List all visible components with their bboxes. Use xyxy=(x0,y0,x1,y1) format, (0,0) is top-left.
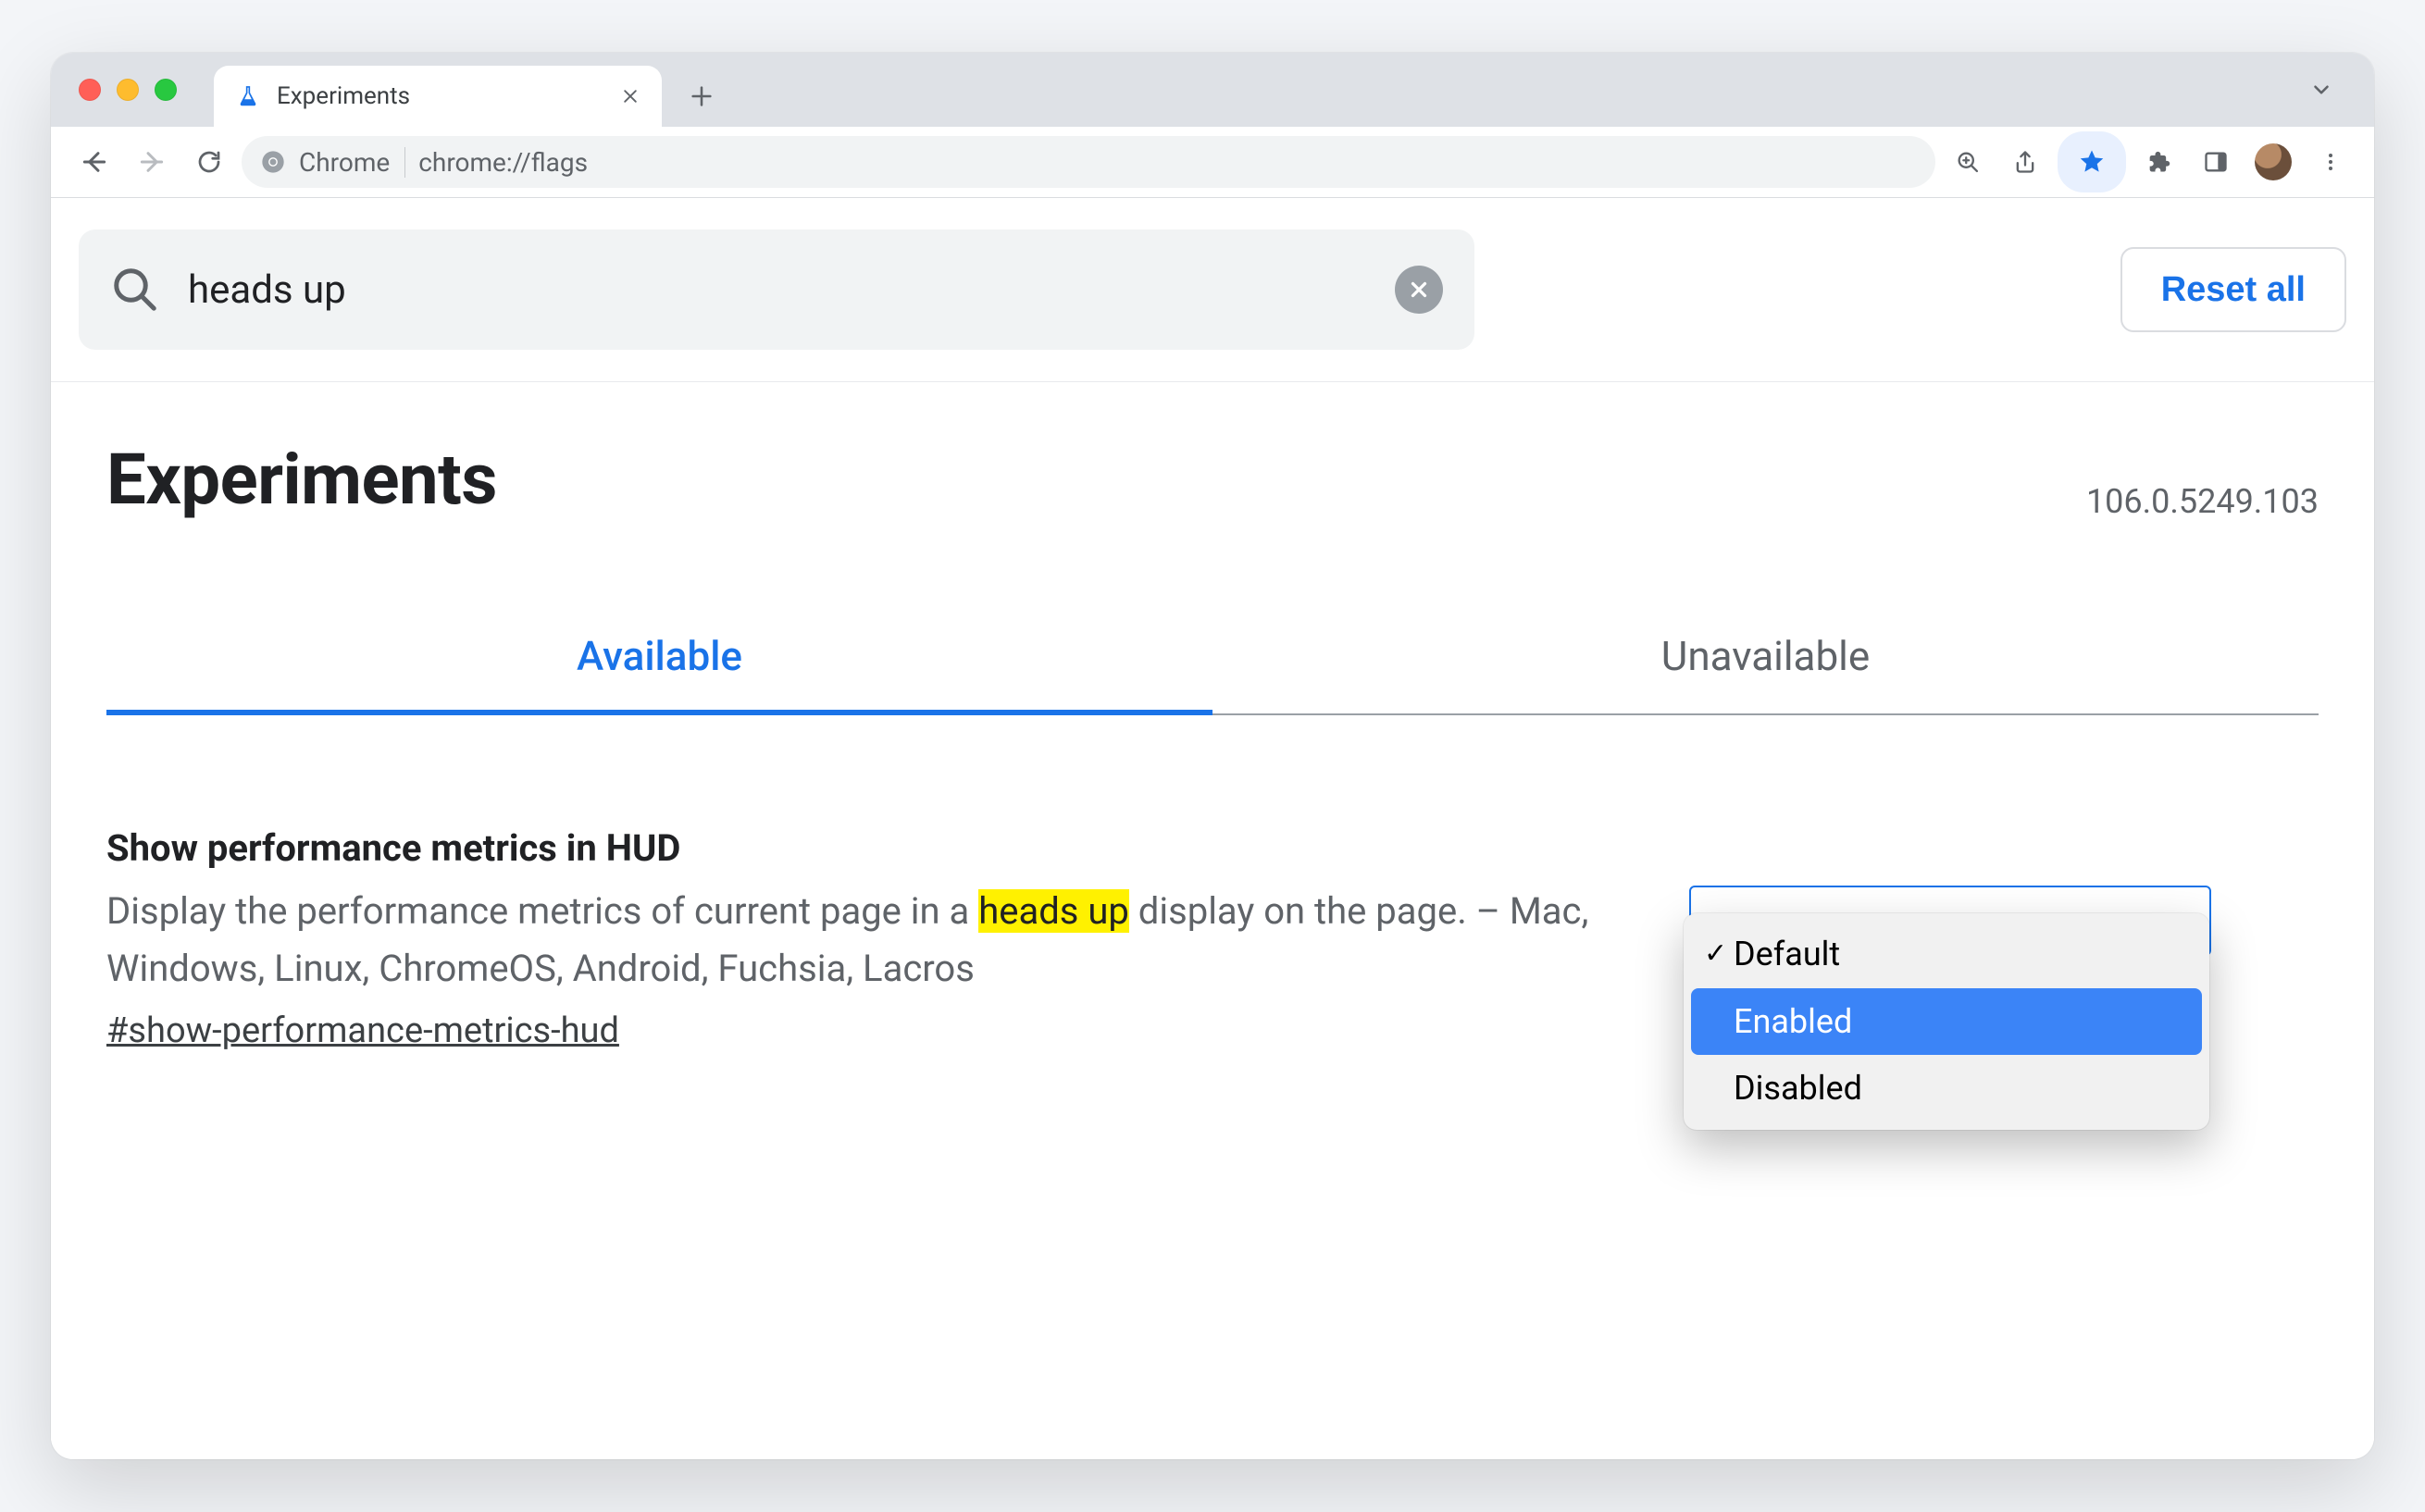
browser-tab[interactable]: Experiments xyxy=(214,66,662,127)
tab-available-label: Available xyxy=(577,632,742,680)
browser-window: Experiments xyxy=(51,53,2374,1459)
content-tabs: Available Unavailable xyxy=(106,610,2319,715)
zoom-icon xyxy=(1955,149,1981,175)
version-label: 106.0.5249.103 xyxy=(2086,482,2319,521)
tab-title: Experiments xyxy=(277,82,601,110)
window-zoom-button[interactable] xyxy=(155,79,177,101)
clear-icon xyxy=(1407,278,1431,302)
close-icon[interactable] xyxy=(617,83,643,109)
flag-desc-pre: Display the performance metrics of curre… xyxy=(106,889,978,933)
arrow-right-icon xyxy=(137,147,167,177)
flag-title: Show performance metrics in HUD xyxy=(106,826,1634,870)
share-icon xyxy=(2012,149,2038,175)
flag-dropdown[interactable]: ✓ Default Enabled Disabled xyxy=(1689,886,2207,956)
site-identity-label: Chrome xyxy=(299,147,390,178)
dropdown-option-label: Default xyxy=(1734,935,1840,973)
star-filled-icon xyxy=(2078,148,2106,176)
flags-search-input[interactable] xyxy=(186,266,1369,314)
check-icon: ✓ xyxy=(1704,936,1727,973)
flags-search-row: Reset all xyxy=(51,198,2374,382)
tab-unavailable-label: Unavailable xyxy=(1661,632,1870,680)
puzzle-icon xyxy=(2145,149,2171,175)
side-panel-button[interactable] xyxy=(2191,137,2241,187)
clear-search-button[interactable] xyxy=(1395,266,1443,314)
reset-all-label: Reset all xyxy=(2161,270,2306,310)
flag-anchor-link[interactable]: #show-performance-metrics-hud xyxy=(106,1010,619,1051)
chrome-logo-icon xyxy=(260,149,286,175)
menu-button[interactable] xyxy=(2306,137,2356,187)
page-title: Experiments xyxy=(106,438,497,521)
share-button[interactable] xyxy=(2000,137,2050,187)
dropdown-option-enabled[interactable]: Enabled xyxy=(1691,988,2202,1056)
extensions-button[interactable] xyxy=(2133,137,2183,187)
flag-entry: Show performance metrics in HUD Display … xyxy=(106,715,2319,1051)
url-text: chrome://flags xyxy=(418,147,588,178)
search-icon xyxy=(110,265,160,315)
window-close-button[interactable] xyxy=(79,79,101,101)
avatar xyxy=(2255,143,2292,180)
plus-icon xyxy=(689,83,715,109)
dropdown-option-label: Disabled xyxy=(1734,1069,1862,1108)
arrow-left-icon xyxy=(80,147,109,177)
flask-icon xyxy=(236,84,260,108)
forward-button[interactable] xyxy=(127,137,177,187)
site-identity[interactable]: Chrome xyxy=(260,147,405,178)
window-minimize-button[interactable] xyxy=(117,79,139,101)
bookmark-button[interactable] xyxy=(2058,131,2126,192)
flags-search-box[interactable] xyxy=(79,229,1474,350)
flag-dropdown-menu: ✓ Default Enabled Disabled xyxy=(1684,913,2209,1130)
back-button[interactable] xyxy=(69,137,119,187)
panel-icon xyxy=(2203,149,2229,175)
tab-available[interactable]: Available xyxy=(106,610,1212,715)
browser-toolbar: Chrome chrome://flags xyxy=(51,127,2374,198)
dropdown-option-disabled[interactable]: Disabled xyxy=(1691,1055,2202,1122)
tabs-overflow-button[interactable] xyxy=(2296,53,2346,127)
new-tab-button[interactable] xyxy=(677,71,727,121)
reload-icon xyxy=(195,148,223,176)
chevron-down-icon xyxy=(2309,78,2333,102)
tab-unavailable[interactable]: Unavailable xyxy=(1212,610,2319,715)
tab-strip: Experiments xyxy=(51,53,2374,127)
address-bar[interactable]: Chrome chrome://flags xyxy=(242,136,1935,188)
flag-desc-highlight: heads up xyxy=(978,889,1129,933)
page-content: Reset all Experiments 106.0.5249.103 Ava… xyxy=(51,198,2374,1459)
reload-button[interactable] xyxy=(184,137,234,187)
window-controls xyxy=(79,53,214,127)
reset-all-button[interactable]: Reset all xyxy=(2120,247,2346,332)
flag-description: Display the performance metrics of curre… xyxy=(106,883,1634,998)
dropdown-option-label: Enabled xyxy=(1734,1002,1852,1041)
zoom-button[interactable] xyxy=(1943,137,1993,187)
toolbar-actions xyxy=(1943,131,2356,192)
profile-button[interactable] xyxy=(2248,137,2298,187)
dropdown-option-default[interactable]: ✓ Default xyxy=(1691,921,2202,988)
kebab-icon xyxy=(2319,151,2342,173)
